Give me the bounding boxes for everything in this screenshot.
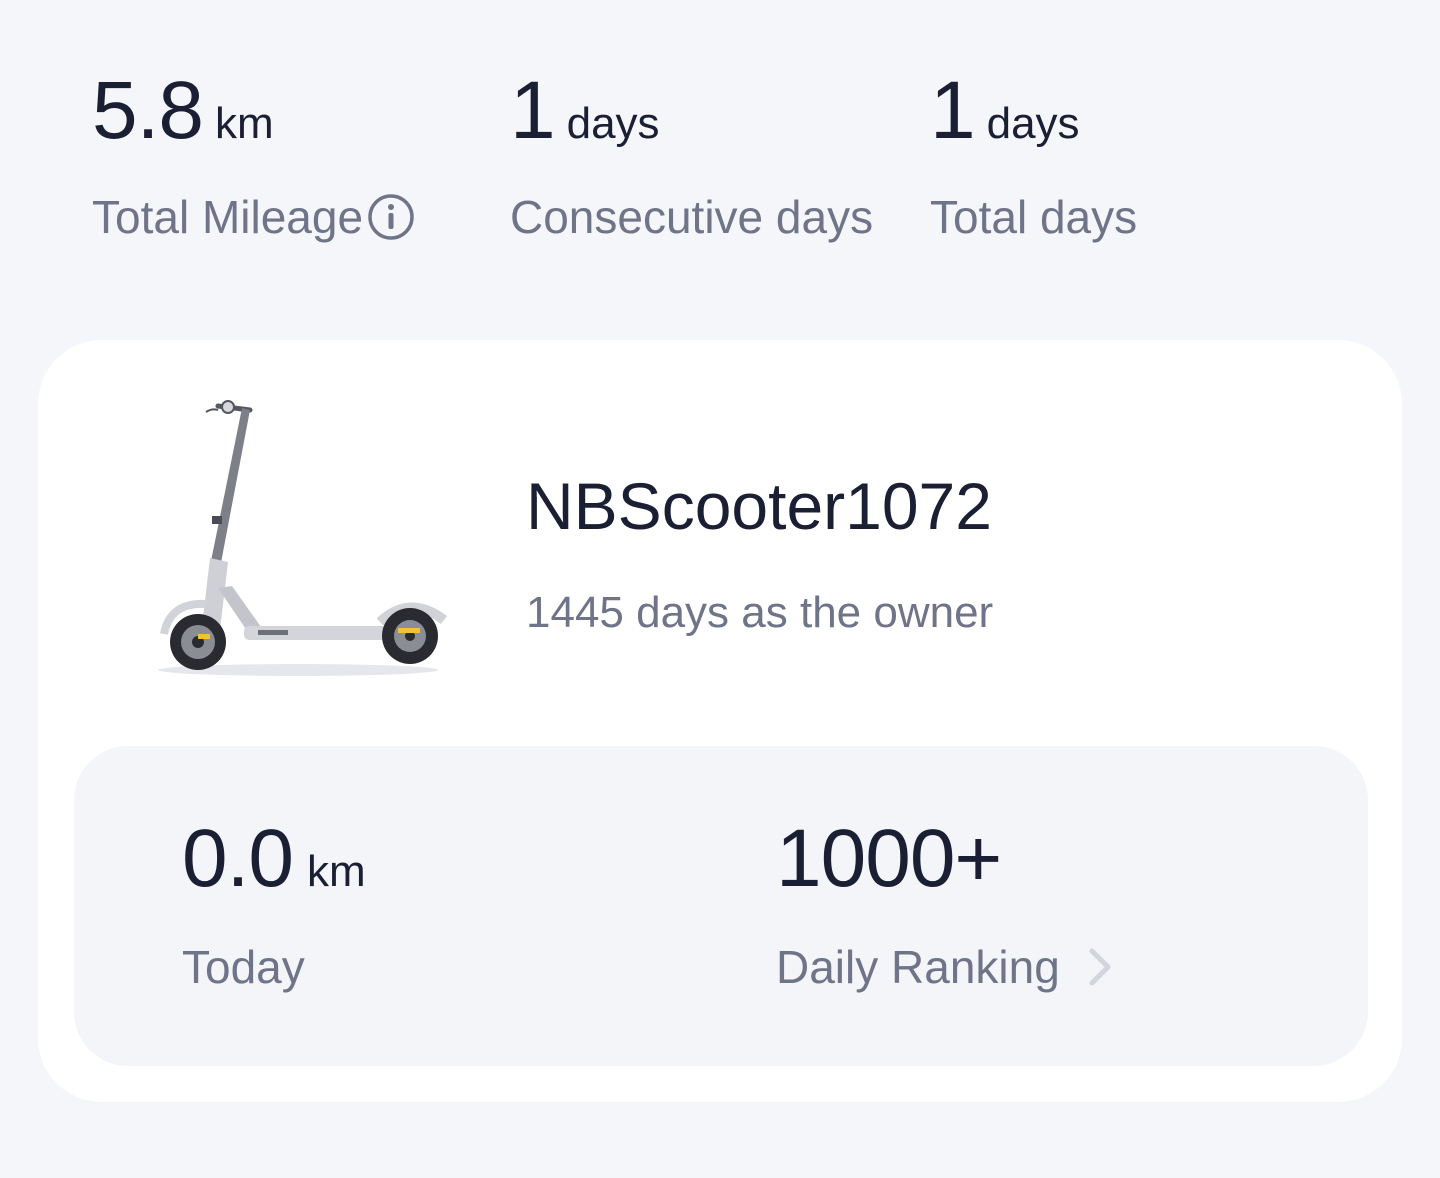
total-days-stat: 1 days Total days bbox=[930, 70, 1137, 244]
total-days-value-line: 1 days bbox=[930, 70, 1137, 152]
chevron-right-icon bbox=[1086, 945, 1116, 989]
daily-stats-panel: 0.0 km Today 1000+ Daily Ranking bbox=[74, 746, 1368, 1066]
total-mileage-label-row: Total Mileage bbox=[92, 190, 415, 244]
today-label: Today bbox=[182, 941, 305, 993]
ownership-duration: 1445 days as the owner bbox=[526, 588, 994, 637]
today-stat: 0.0 km Today bbox=[182, 818, 366, 994]
device-name: NBScooter1072 bbox=[526, 469, 992, 543]
total-days-label: Total days bbox=[930, 191, 1138, 243]
total-mileage-stat: 5.8 km Total Mileage bbox=[92, 70, 415, 244]
consecutive-days-stat: 1 days Consecutive days bbox=[510, 70, 873, 244]
total-days-value: 1 bbox=[930, 65, 976, 156]
consecutive-days-value-line: 1 days bbox=[510, 70, 873, 152]
ranking-label-row: Daily Ranking bbox=[776, 940, 1116, 994]
ranking-value: 1000+ bbox=[776, 813, 1002, 904]
consecutive-days-unit: days bbox=[566, 99, 660, 148]
daily-ranking-link[interactable]: 1000+ Daily Ranking bbox=[776, 818, 1116, 994]
info-icon[interactable] bbox=[367, 193, 415, 241]
today-value: 0.0 bbox=[182, 813, 294, 904]
total-mileage-unit: km bbox=[215, 99, 274, 148]
consecutive-days-value: 1 bbox=[510, 65, 556, 156]
consecutive-days-label: Consecutive days bbox=[510, 191, 874, 243]
total-mileage-label: Total Mileage bbox=[92, 191, 364, 243]
scooter-image bbox=[148, 398, 448, 688]
total-mileage-value-line: 5.8 km bbox=[92, 70, 415, 152]
total-days-unit: days bbox=[986, 99, 1080, 148]
today-unit: km bbox=[307, 847, 366, 896]
scooter-card[interactable]: NBScooter1072 1445 days as the owner 0.0… bbox=[38, 340, 1402, 1102]
today-value-line: 0.0 km bbox=[182, 818, 366, 900]
total-mileage-value: 5.8 bbox=[92, 65, 204, 156]
ranking-value-line: 1000+ bbox=[776, 818, 1116, 900]
ranking-label: Daily Ranking bbox=[776, 941, 1060, 993]
